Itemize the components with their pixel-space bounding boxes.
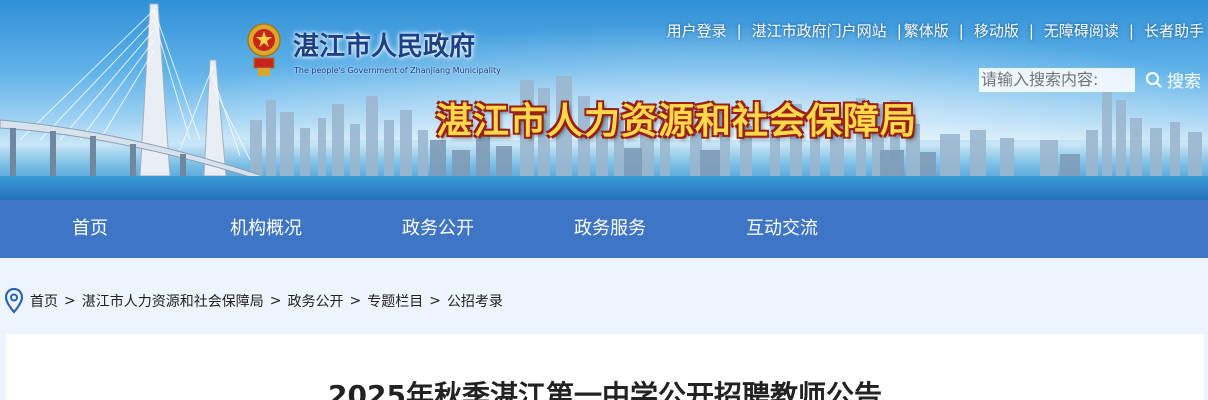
breadcrumb-separator: > — [349, 293, 362, 309]
breadcrumb-special-topics[interactable]: 专题栏目 — [367, 291, 423, 311]
search-button-label: 搜索 — [1167, 72, 1201, 92]
site-name[interactable]: 湛江市人民政府 — [293, 26, 475, 63]
nav-item-organization[interactable]: 机构概况 — [180, 200, 352, 258]
search-input[interactable] — [979, 67, 1135, 92]
water-strip — [0, 176, 1208, 200]
separator: | — [1128, 21, 1134, 40]
separator: | — [896, 21, 902, 40]
gov-portal-link[interactable]: 湛江市政府门户网站 — [752, 20, 887, 41]
breadcrumb-separator: > — [64, 293, 76, 309]
nav-item-government-affairs[interactable]: 政务公开 — [352, 200, 524, 258]
breadcrumb: 首页 > 湛江市人力资源和社会保障局 > 政务公开 > 专题栏目 > 公招考录 — [4, 288, 503, 314]
separator: | — [1028, 21, 1034, 40]
search-button[interactable]: 搜索 — [1145, 67, 1201, 92]
header-banner: 湛江市人民政府 The people's Government of Zhanj… — [0, 0, 1208, 200]
breadcrumb-separator: > — [429, 293, 441, 309]
nav-item-interaction[interactable]: 互动交流 — [696, 200, 868, 258]
accessibility-link[interactable]: 无障碍阅读 — [1044, 20, 1119, 41]
national-emblem-icon — [247, 23, 281, 76]
nav-item-home[interactable]: 首页 — [0, 200, 180, 258]
breadcrumb-government-affairs[interactable]: 政务公开 — [287, 291, 343, 311]
separator: | — [958, 21, 964, 40]
traditional-chinese-link[interactable]: 繁体版 — [904, 20, 949, 41]
breadcrumb-home[interactable]: 首页 — [30, 291, 58, 311]
site-subtitle: The people's Government of Zhanjiang Mun… — [294, 66, 501, 75]
login-link[interactable]: 用户登录 — [667, 20, 727, 41]
location-pin-icon — [4, 288, 24, 314]
search-icon — [1146, 71, 1162, 88]
separator: | — [736, 21, 742, 40]
main-nav: 首页 机构概况 政务公开 政务服务 互动交流 — [0, 200, 1208, 258]
bureau-name: 湛江市人力资源和社会保障局 — [436, 101, 918, 142]
breadcrumb-recruitment[interactable]: 公招考录 — [447, 291, 503, 311]
nav-item-services[interactable]: 政务服务 — [524, 200, 696, 258]
search-box: 搜索 — [979, 67, 1201, 92]
elderly-assistant-link[interactable]: 长者助手 — [1144, 20, 1204, 41]
breadcrumb-bureau[interactable]: 湛江市人力资源和社会保障局 — [82, 291, 264, 311]
mobile-version-link[interactable]: 移动版 — [974, 20, 1019, 41]
article-title: 2025年秋季湛江第一中学公开招聘教师公告 — [328, 379, 882, 400]
top-links: 用户登录 | 湛江市政府门户网站 | 繁体版 | 移动版 | 无障碍阅读 | 长… — [667, 20, 1204, 41]
breadcrumb-separator: > — [269, 293, 282, 309]
article-panel: 2025年秋季湛江第一中学公开招聘教师公告 — [6, 334, 1204, 400]
